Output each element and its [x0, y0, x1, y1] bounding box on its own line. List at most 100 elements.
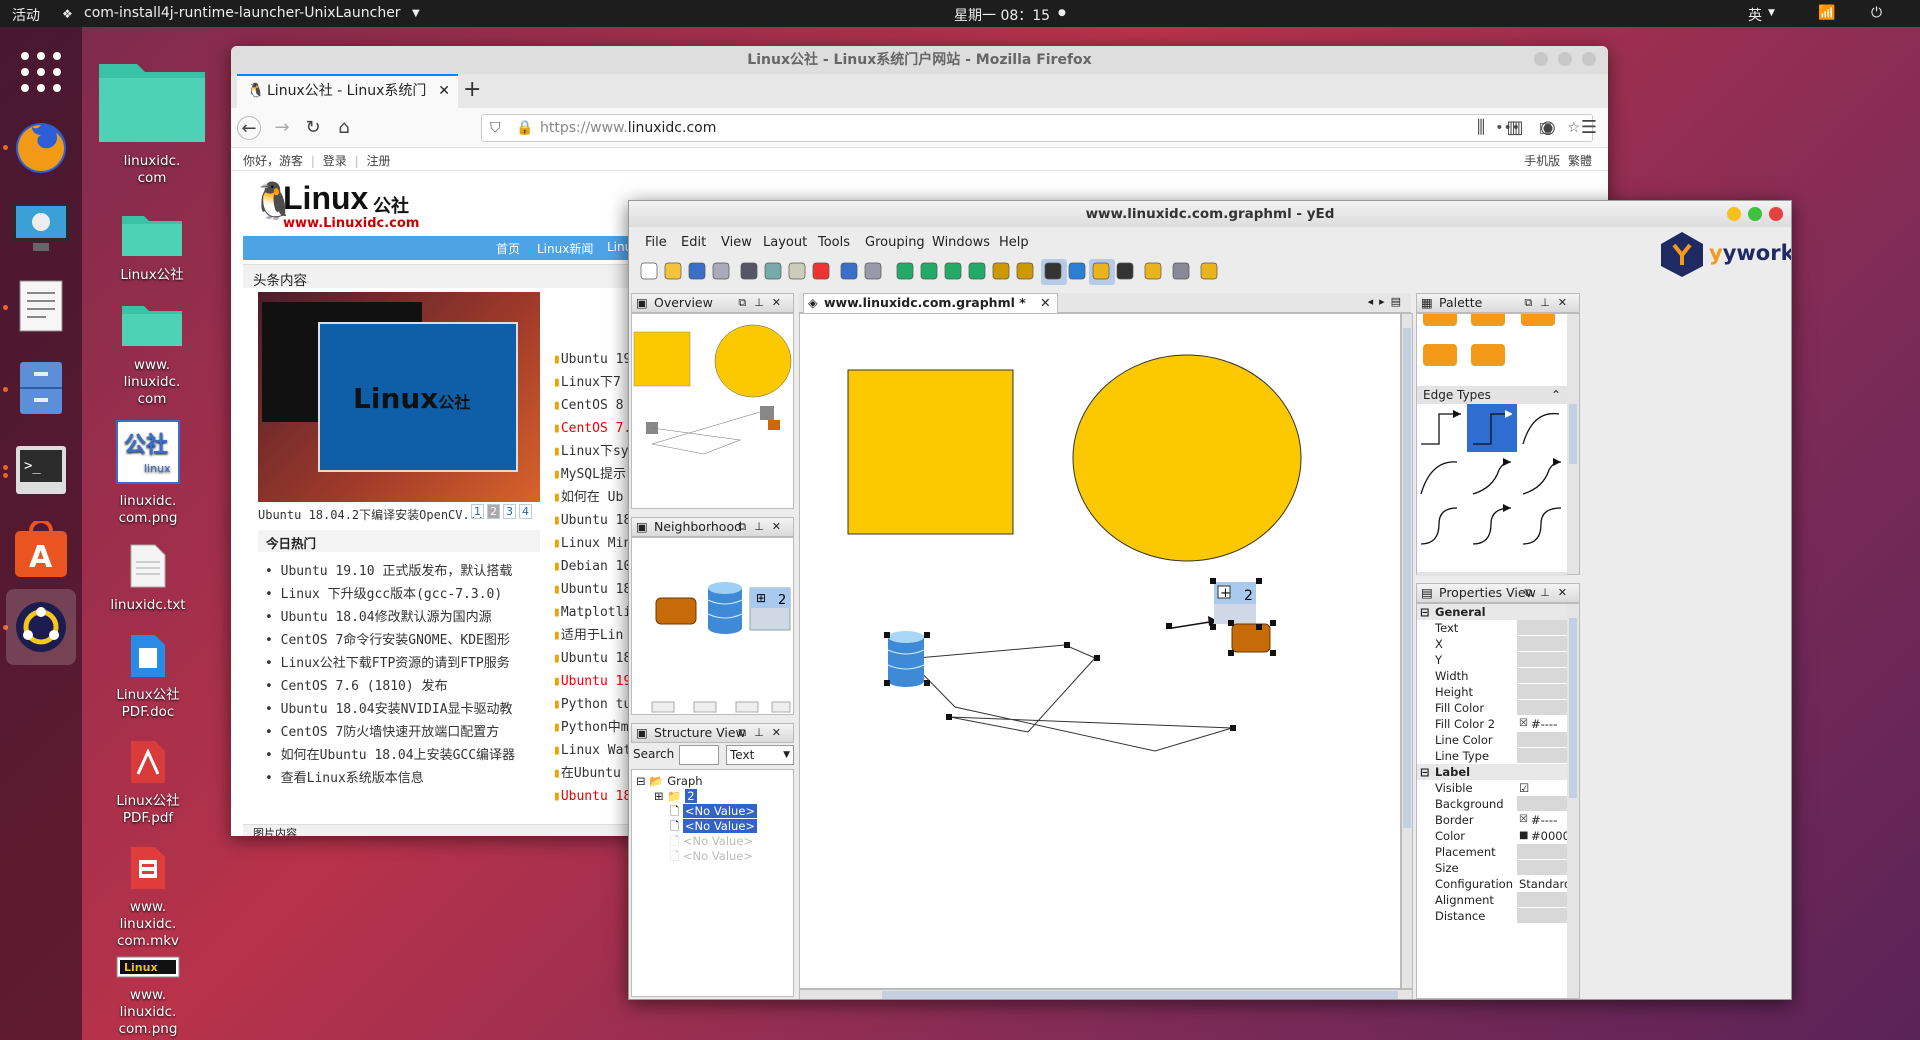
news-list-item[interactable]: ▮Matplotli — [553, 601, 631, 624]
news-list-item[interactable]: ▮Ubuntu 18 — [553, 509, 631, 532]
search-input[interactable] — [679, 745, 719, 765]
maximize-button[interactable] — [1558, 52, 1572, 66]
screenshot-app-icon[interactable] — [10, 197, 72, 259]
clock[interactable]: 星期一 08：15 — [954, 5, 1050, 25]
news-list-item[interactable]: ▮Linux下sy — [553, 440, 631, 463]
label-icon[interactable] — [1141, 259, 1167, 285]
yed-icon[interactable] — [6, 589, 76, 665]
layout-icon[interactable] — [1041, 259, 1067, 285]
terminal-icon[interactable]: >_ — [10, 439, 72, 501]
pager-3[interactable]: 3 — [503, 504, 516, 519]
menu-edit[interactable]: Edit — [681, 235, 706, 250]
panel-controls[interactable]: ⧉⊥✕ — [1524, 294, 1575, 312]
property-row[interactable]: Width — [1417, 668, 1567, 684]
new-document-icon[interactable] — [637, 259, 663, 285]
desktop-icon-pdf-doc[interactable]: Linux公社 PDF.doc — [93, 634, 203, 721]
tree-group[interactable]: ⊞ 📁 2 — [654, 789, 697, 803]
print-icon[interactable] — [709, 259, 735, 285]
save-icon[interactable] — [685, 259, 711, 285]
properties-scrollbar[interactable] — [1567, 604, 1579, 998]
sidebar-icon[interactable]: ▥ — [1503, 116, 1527, 140]
menu-grouping[interactable]: Grouping — [865, 235, 925, 250]
register-link[interactable]: 注册 — [366, 154, 390, 168]
menu-view[interactable]: View — [721, 235, 752, 250]
selection-handle[interactable] — [1094, 655, 1100, 661]
hot-list-item[interactable]: • CentOS 7防火墙快速开放端口配置方 — [265, 721, 515, 744]
desktop-icon-linux-gongshe-folder[interactable]: Linux公社 — [97, 212, 207, 284]
selection-handle[interactable] — [1210, 624, 1216, 630]
news-list-item[interactable]: ▮Linux Min — [553, 532, 631, 555]
news-list-item[interactable]: ▮适用于Lin — [553, 624, 631, 647]
input-method-indicator[interactable]: 英 — [1748, 5, 1762, 25]
news-list-item[interactable]: ▮如何在 Ub — [553, 486, 631, 509]
feature-image[interactable]: Linux公社 — [258, 292, 540, 502]
text-editor-icon[interactable] — [10, 275, 72, 337]
cut-icon[interactable] — [737, 259, 763, 285]
hot-list-item[interactable]: • CentOS 7.6 (1810) 发布 — [265, 675, 515, 698]
palette-scrollbar[interactable] — [1567, 314, 1579, 574]
delete-icon[interactable] — [809, 259, 835, 285]
selection-handle[interactable] — [1230, 725, 1236, 731]
news-list-item[interactable]: ▮Linux下7 — [553, 371, 631, 394]
tab-linux-gongshe[interactable]: 🐧 Linux公社 - Linux系统门 ✕ — [237, 74, 458, 108]
tree-root[interactable]: ⊟ 📂 Graph — [636, 774, 703, 788]
zoom-100-icon[interactable] — [941, 259, 967, 285]
nav-home[interactable]: 首页 — [496, 240, 520, 257]
selection-handle[interactable] — [1270, 620, 1276, 626]
app-menu[interactable]: com-install4j-runtime-launcher-UnixLaunc… — [84, 5, 401, 21]
desktop-icon-mkv[interactable]: www. linuxidc. com.mkv — [93, 846, 203, 950]
selection-handle[interactable] — [884, 632, 890, 638]
desktop-icon-www-folder[interactable]: www. linuxidc. com — [97, 302, 207, 408]
hot-list-item[interactable]: • Ubuntu 18.04安装NVIDIA显卡驱动教 — [265, 698, 515, 721]
menu-windows[interactable]: Windows — [932, 235, 990, 250]
selection-handle[interactable] — [924, 632, 930, 638]
hot-list-item[interactable]: • 如何在Ubuntu 18.04上安装GCC编译器 — [265, 744, 515, 767]
maximize-button[interactable] — [1748, 207, 1762, 221]
traditional-link[interactable]: 繁體 — [1568, 154, 1592, 168]
menu-help[interactable]: Help — [999, 235, 1029, 250]
show-apps-icon[interactable] — [10, 41, 72, 103]
selection-handle[interactable] — [1256, 624, 1262, 630]
software-center-icon[interactable]: A — [10, 519, 72, 581]
plugin-icon[interactable] — [1169, 259, 1195, 285]
graph-canvas[interactable]: + 2 — [799, 313, 1401, 989]
firefox-icon[interactable] — [10, 117, 72, 179]
selection-handle[interactable] — [924, 680, 930, 686]
redo-icon[interactable] — [861, 259, 887, 285]
activities-button[interactable]: 活动 — [12, 5, 40, 25]
selection-handle[interactable] — [1270, 650, 1276, 656]
feature-caption[interactable]: Ubuntu 18.04.2下编译安装OpenCV... — [258, 506, 484, 523]
forward-button[interactable]: → — [270, 116, 294, 140]
nav-linux-news[interactable]: Linux新闻 — [537, 240, 593, 257]
back-button[interactable]: ← — [237, 116, 261, 140]
home-button[interactable]: ⌂ — [332, 116, 356, 140]
selection-handle[interactable] — [1166, 623, 1172, 629]
property-row[interactable]: Border ☒ #---- — [1417, 812, 1567, 828]
reload-button[interactable]: ↻ — [301, 116, 325, 140]
news-list-item[interactable]: ▮在Ubuntu — [553, 762, 631, 785]
horizontal-scrollbar[interactable] — [799, 989, 1413, 999]
close-button[interactable] — [1769, 207, 1783, 221]
properties-panel[interactable]: ⊟ General Text X Y Width Height Fill Color Fill … — [1416, 603, 1580, 999]
pager-2[interactable]: 2 — [487, 504, 500, 519]
panel-controls[interactable]: ⧉⊥✕ — [738, 518, 789, 536]
menu-file[interactable]: File — [645, 235, 667, 250]
selection-handle[interactable] — [946, 714, 952, 720]
mobile-link[interactable]: 手机版 — [1524, 154, 1560, 168]
undo-icon[interactable] — [837, 259, 863, 285]
overview-panel[interactable] — [631, 313, 794, 509]
tree-item[interactable]: 🗋 <No Value> — [670, 849, 753, 868]
account-icon[interactable]: ◉ — [1536, 116, 1560, 140]
menu-layout[interactable]: Layout — [763, 235, 807, 250]
selection-handle[interactable] — [1228, 620, 1234, 626]
property-row[interactable]: Color ■ #000000 — [1417, 828, 1579, 844]
diamond-icon[interactable] — [1065, 259, 1091, 285]
panel-controls[interactable]: ⧉⊥✕ — [738, 724, 789, 742]
hot-list-item[interactable]: • CentOS 7命令行安装GNOME、KDE图形 — [265, 629, 515, 652]
news-list-item[interactable]: ▮Debian 10 — [553, 555, 631, 578]
desktop-icon-linuxidc-png[interactable]: 公社 linux linuxidc. com.png — [93, 420, 203, 527]
news-list-item[interactable]: ▮CentOS 8 — [553, 394, 631, 417]
selection-handle[interactable] — [1064, 642, 1070, 648]
document-tab[interactable]: ◈ www.linuxidc.com.graphml * ✕ — [803, 293, 1058, 313]
login-link[interactable]: 登录 — [323, 154, 347, 168]
